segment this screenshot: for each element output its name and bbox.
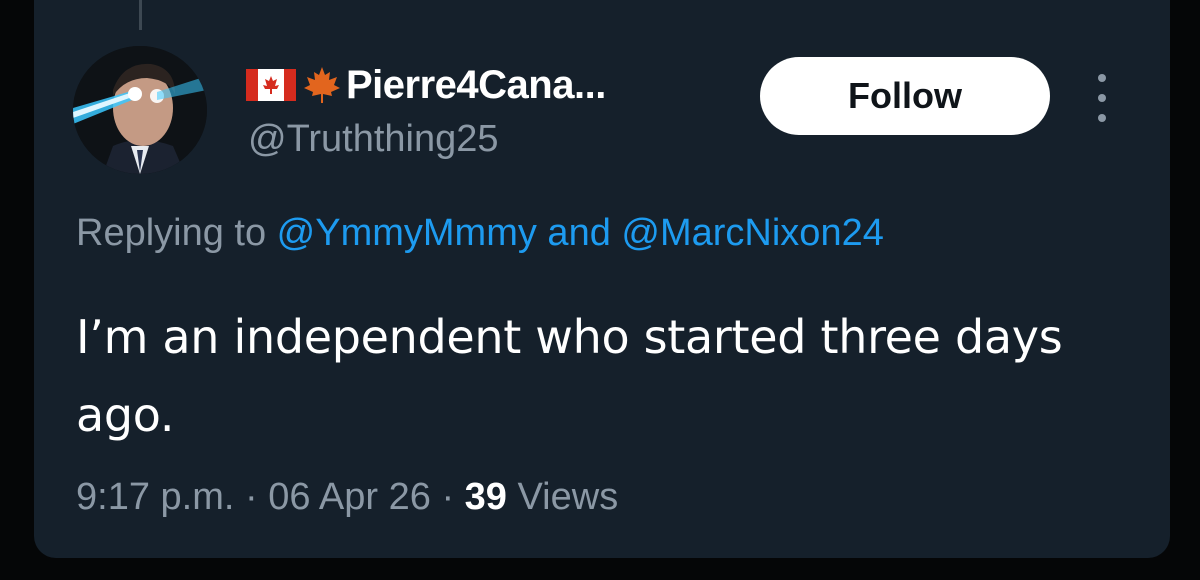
maple-leaf-icon bbox=[304, 67, 340, 103]
tweet-meta: 9:17 p.m. · 06 Apr 26 · 39 Views bbox=[76, 476, 618, 519]
views-count: 39 bbox=[464, 476, 507, 518]
avatar-image bbox=[73, 46, 207, 174]
canada-flag-icon bbox=[246, 69, 296, 101]
more-vertical-icon[interactable] bbox=[1090, 74, 1114, 122]
more-dot bbox=[1098, 94, 1106, 102]
views-label: Views bbox=[506, 476, 619, 518]
screenshot-frame: Pierre4Cana... @Truththing25 Follow Repl… bbox=[0, 0, 1200, 580]
tweet-text: I’m an independent who started three day… bbox=[76, 310, 1063, 442]
avatar[interactable] bbox=[73, 46, 207, 174]
mention-link-ymmymmmy[interactable]: @YmmyMmmy bbox=[277, 212, 537, 254]
author-name-row[interactable]: Pierre4Cana... bbox=[246, 60, 606, 110]
thread-connector-line bbox=[139, 0, 142, 30]
more-dot bbox=[1098, 74, 1106, 82]
replying-to-prefix: Replying to bbox=[76, 212, 277, 254]
tweet-time[interactable]: 9:17 p.m. bbox=[76, 476, 234, 518]
meta-separator: · bbox=[234, 476, 269, 518]
meta-separator: · bbox=[430, 476, 465, 518]
mention-link-marcnixon24[interactable]: @MarcNixon24 bbox=[621, 212, 883, 254]
author-handle[interactable]: @Truththing25 bbox=[248, 118, 499, 161]
follow-button[interactable]: Follow bbox=[760, 57, 1050, 135]
replying-to-conjunction: and bbox=[536, 212, 622, 254]
replying-to-line: Replying to @YmmyMmmy and @MarcNixon24 bbox=[76, 212, 884, 255]
author-display-name[interactable]: Pierre4Cana... bbox=[346, 63, 606, 108]
more-dot bbox=[1098, 114, 1106, 122]
tweet-date[interactable]: 06 Apr 26 bbox=[268, 476, 431, 518]
